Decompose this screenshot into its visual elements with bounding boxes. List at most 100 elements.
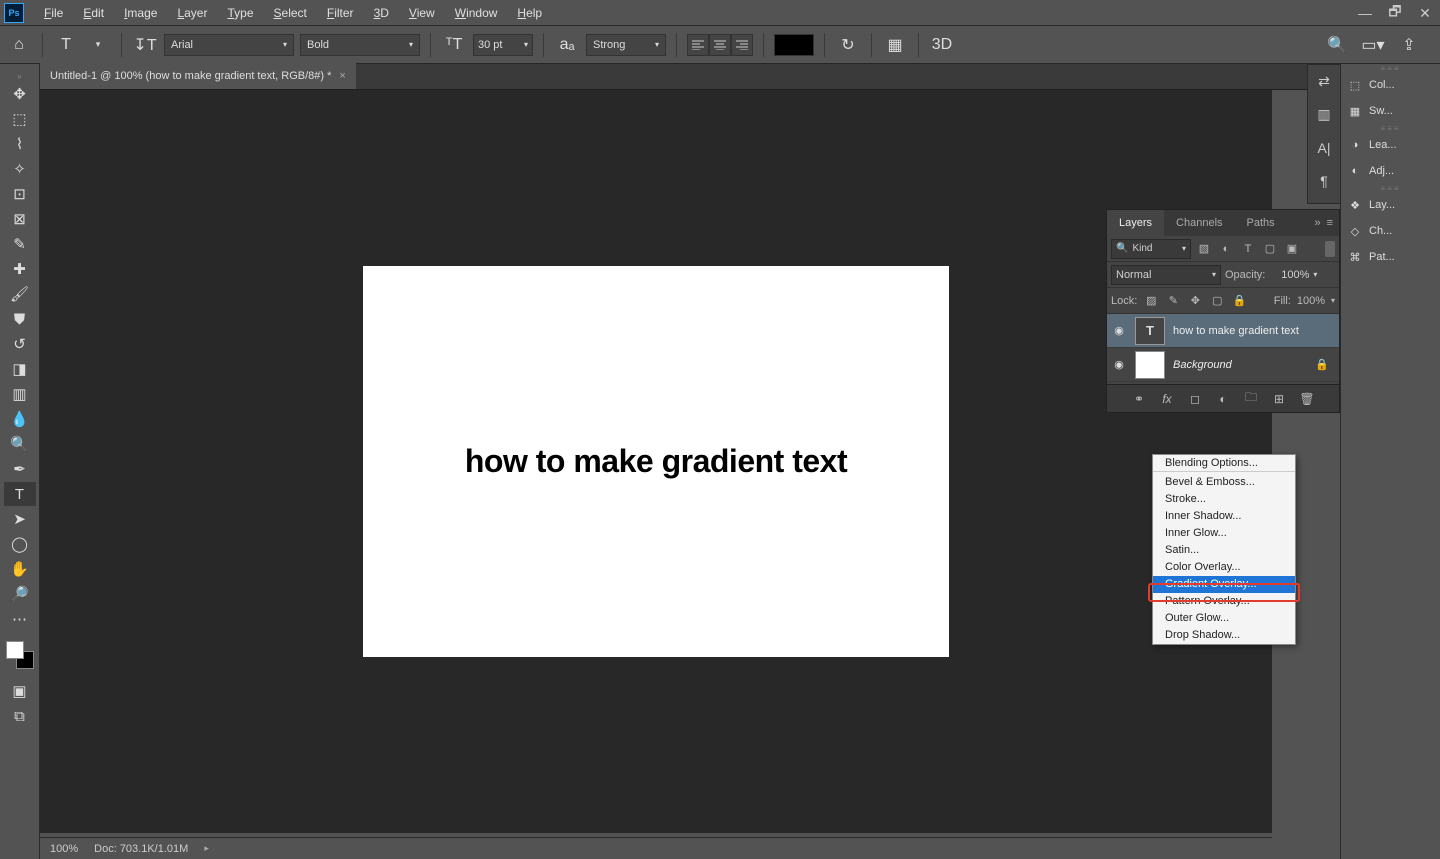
work-area[interactable]: how to make gradient text — [40, 90, 1272, 833]
panel-swatches[interactable]: ▦Sw... — [1341, 98, 1440, 124]
quick-select-tool[interactable]: ✧ — [4, 157, 36, 181]
lasso-tool[interactable]: ⌇ — [4, 132, 36, 156]
adjustment-icon[interactable]: ◐ — [1214, 392, 1232, 406]
window-minimize-button[interactable]: — — [1350, 0, 1380, 26]
canvas[interactable]: how to make gradient text — [363, 266, 949, 657]
dropdown-icon[interactable]: ▾ — [85, 32, 111, 58]
blend-mode-select[interactable]: Normal▾ — [1111, 265, 1221, 285]
menu-file[interactable]: File — [34, 0, 73, 26]
lock-position-icon[interactable]: ✥ — [1187, 294, 1203, 307]
layer-thumbnail[interactable] — [1135, 351, 1165, 379]
menu-window[interactable]: Window — [445, 0, 508, 26]
mask-icon[interactable]: ◻ — [1186, 392, 1204, 406]
panel-handle-icon[interactable]: ≡≡≡ — [1341, 184, 1440, 192]
lock-paint-icon[interactable]: ✎ — [1165, 294, 1181, 307]
marquee-tool[interactable]: ⬚ — [4, 107, 36, 131]
lock-all-icon[interactable]: 🔒 — [1231, 294, 1247, 307]
lock-transparency-icon[interactable]: ▨ — [1143, 294, 1159, 307]
tab-channels[interactable]: Channels — [1164, 210, 1234, 236]
visibility-icon[interactable]: ◉ — [1111, 324, 1127, 337]
quickmask-tool[interactable]: ▣ — [4, 679, 36, 703]
group-icon[interactable]: 🗀 — [1242, 388, 1260, 409]
menu-item-inner-glow[interactable]: Inner Glow... — [1153, 525, 1295, 542]
move-tool[interactable]: ✥ — [4, 82, 36, 106]
menu-3d[interactable]: 3D — [364, 0, 399, 26]
workspace-icon[interactable]: ▭▾ — [1360, 32, 1386, 58]
stamp-tool[interactable]: ⛊ — [4, 307, 36, 331]
screenmode-tool[interactable]: ⧉ — [4, 704, 36, 728]
menu-type[interactable]: Type — [217, 0, 263, 26]
tab-paths[interactable]: Paths — [1235, 210, 1287, 236]
menu-item-inner-shadow[interactable]: Inner Shadow... — [1153, 508, 1295, 525]
panel-menu[interactable]: »≡ — [1308, 217, 1339, 229]
new-layer-icon[interactable]: ⊞ — [1270, 392, 1288, 406]
align-center-button[interactable] — [709, 34, 731, 56]
menu-select[interactable]: Select — [264, 0, 317, 26]
type-tool-indicator-icon[interactable]: T — [53, 32, 79, 58]
blur-tool[interactable]: 💧 — [4, 407, 36, 431]
menu-view[interactable]: View — [399, 0, 445, 26]
chevron-down-icon[interactable]: ▾ — [1313, 270, 1317, 279]
antialias-select[interactable]: Strong▾ — [586, 34, 666, 56]
panel-color[interactable]: ⬚Col... — [1341, 72, 1440, 98]
tab-layers[interactable]: Layers — [1107, 210, 1164, 236]
filter-toggle[interactable] — [1325, 241, 1335, 257]
menu-item-outer-glow[interactable]: Outer Glow... — [1153, 610, 1295, 627]
trash-icon[interactable]: 🗑 — [1298, 392, 1316, 406]
fill-value[interactable]: 100% — [1297, 295, 1325, 307]
menu-item-blending-options[interactable]: Blending Options... — [1153, 455, 1295, 472]
layer-name[interactable]: how to make gradient text — [1173, 325, 1299, 337]
menu-item-drop-shadow[interactable]: Drop Shadow... — [1153, 627, 1295, 644]
shape-tool[interactable]: ◯ — [4, 532, 36, 556]
menu-layer[interactable]: Layer — [167, 0, 217, 26]
filter-shape-icon[interactable]: ▢ — [1261, 240, 1279, 258]
foreground-swatch[interactable] — [6, 641, 24, 659]
layer-thumbnail[interactable]: T — [1135, 317, 1165, 345]
close-icon[interactable]: × — [339, 70, 345, 82]
home-icon[interactable]: ⌂ — [6, 32, 32, 58]
healing-tool[interactable]: ✚ — [4, 257, 36, 281]
lock-artboard-icon[interactable]: ▢ — [1209, 294, 1225, 307]
menu-item-stroke[interactable]: Stroke... — [1153, 491, 1295, 508]
layer-row[interactable]: ◉ T how to make gradient text — [1107, 314, 1339, 348]
brush-tool[interactable]: 🖌 — [4, 282, 36, 306]
layer-name[interactable]: Background — [1173, 359, 1232, 371]
font-size-input[interactable]: 30 pt▾ — [473, 34, 533, 56]
opacity-value[interactable]: 100% — [1269, 269, 1309, 281]
filter-kind-select[interactable]: 🔍Kind▾ — [1111, 239, 1191, 259]
collapse-handle-icon[interactable]: » — [10, 72, 30, 78]
orientation-icon[interactable]: ↧T — [132, 32, 158, 58]
gradient-tool[interactable]: ▥ — [4, 382, 36, 406]
panel-handle-icon[interactable]: ≡≡≡ — [1341, 124, 1440, 132]
properties-icon[interactable]: ⇄ — [1308, 65, 1340, 98]
filter-pixel-icon[interactable]: ▧ — [1195, 240, 1213, 258]
search-icon[interactable]: 🔍 — [1324, 32, 1350, 58]
panel-adjustments[interactable]: ◐Adj... — [1341, 158, 1440, 184]
hand-tool[interactable]: ✋ — [4, 557, 36, 581]
text-color-swatch[interactable] — [774, 34, 814, 56]
share-icon[interactable]: ⇪ — [1396, 32, 1422, 58]
warp-text-icon[interactable]: ↻ — [835, 32, 861, 58]
frame-tool[interactable]: ⊠ — [4, 207, 36, 231]
menu-help[interactable]: Help — [507, 0, 552, 26]
histogram-icon[interactable]: ▥ — [1308, 98, 1340, 131]
panel-handle-icon[interactable]: ≡≡≡ — [1341, 64, 1440, 72]
doc-size[interactable]: Doc: 703.1K/1.01M — [94, 843, 188, 855]
link-icon[interactable]: ⚭ — [1130, 392, 1148, 406]
dodge-tool[interactable]: 🔍 — [4, 432, 36, 456]
chevron-right-icon[interactable]: ▸ — [204, 843, 209, 854]
fx-icon[interactable]: fx — [1158, 392, 1176, 406]
filter-smart-icon[interactable]: ▣ — [1283, 240, 1301, 258]
eyedropper-tool[interactable]: ✎ — [4, 232, 36, 256]
path-select-tool[interactable]: ➤ — [4, 507, 36, 531]
visibility-icon[interactable]: ◉ — [1111, 358, 1127, 371]
font-family-select[interactable]: Arial▾ — [164, 34, 294, 56]
layer-row[interactable]: ◉ Background 🔒 — [1107, 348, 1339, 382]
menu-item-gradient-overlay[interactable]: Gradient Overlay... — [1153, 576, 1295, 593]
menu-filter[interactable]: Filter — [317, 0, 364, 26]
filter-type-icon[interactable]: T — [1239, 240, 1257, 258]
panel-channels-shortcut[interactable]: ◇Ch... — [1341, 218, 1440, 244]
menu-item-bevel-emboss[interactable]: Bevel & Emboss... — [1153, 474, 1295, 491]
document-tab[interactable]: Untitled-1 @ 100% (how to make gradient … — [40, 63, 356, 89]
history-brush-tool[interactable]: ↺ — [4, 332, 36, 356]
